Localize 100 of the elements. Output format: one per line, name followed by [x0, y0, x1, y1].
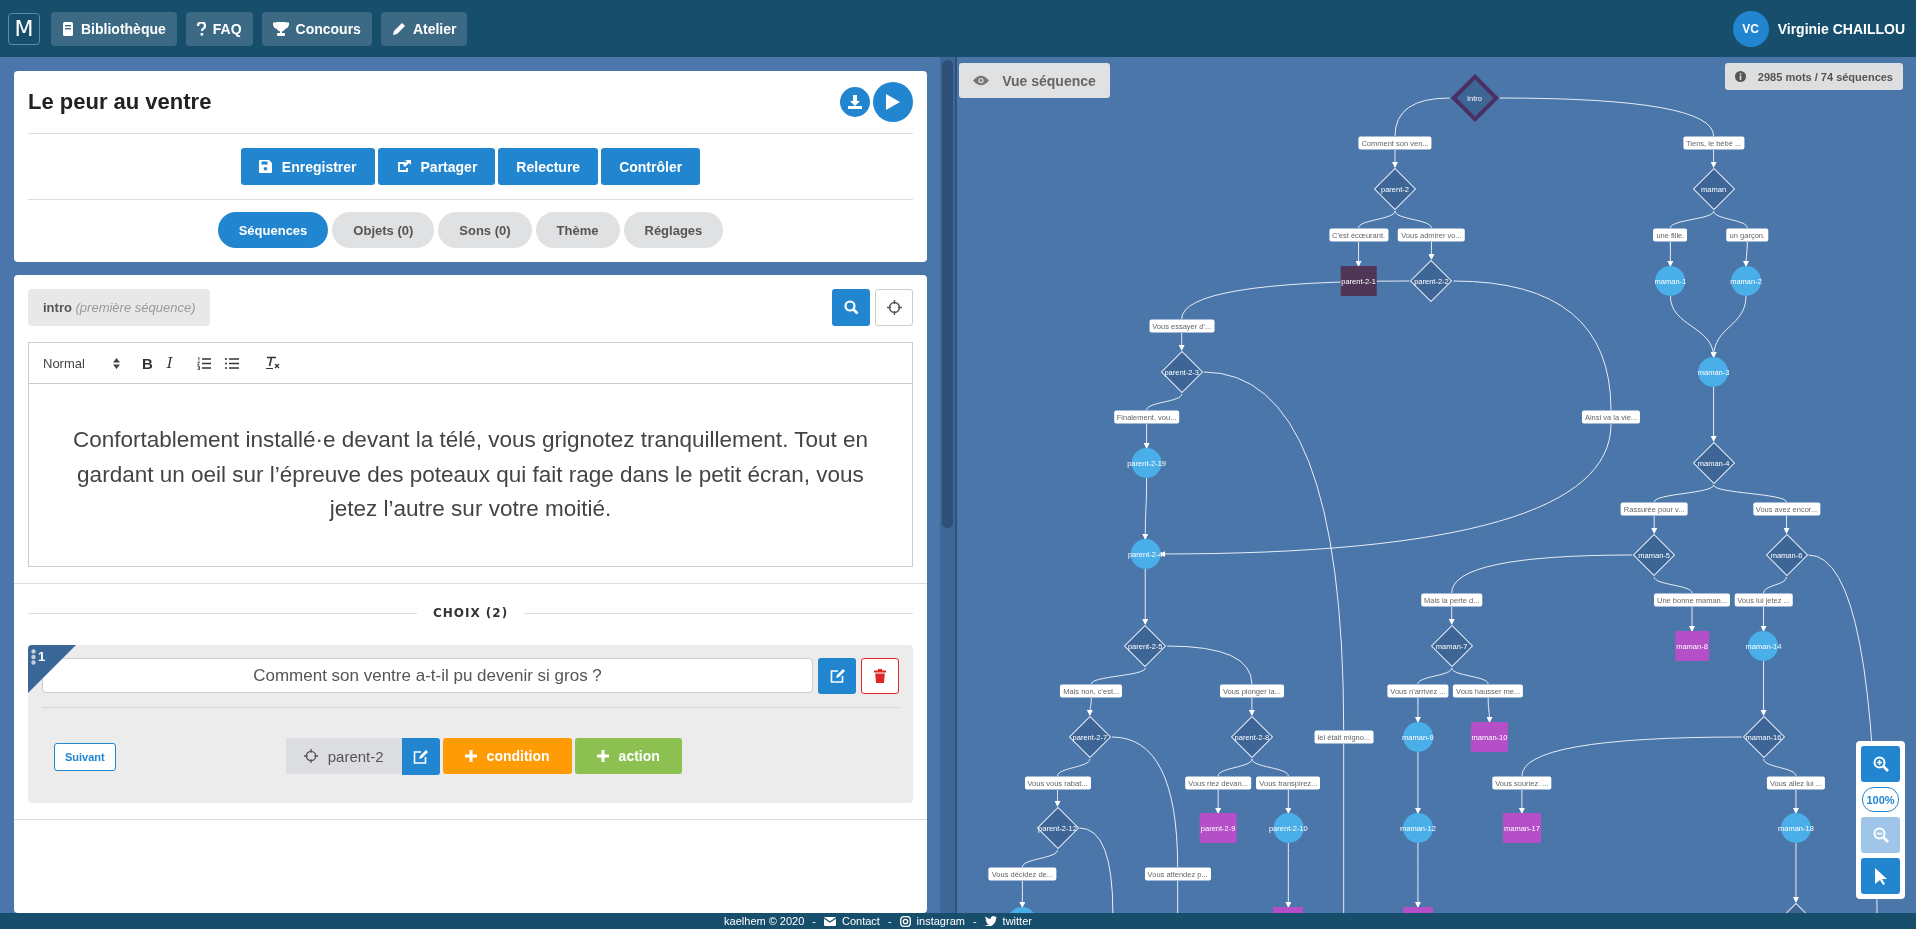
section-tab[interactable]: Thème: [535, 212, 620, 248]
connector-line: [1710, 386, 1717, 442]
connector-line: [1792, 789, 1799, 814]
connector-line: [1215, 789, 1222, 814]
footer-link[interactable]: instagram: [899, 915, 965, 927]
format-select[interactable]: Normal: [43, 355, 120, 371]
connector-line: [1143, 423, 1150, 449]
connector-line: [1760, 660, 1767, 716]
edit-icon: [413, 749, 429, 764]
copyright-text: kaelhem © 2020: [724, 915, 805, 927]
connector-line: [1760, 606, 1767, 632]
connector-line: [1669, 210, 1715, 229]
bird-icon: [984, 916, 997, 926]
connector-line: [1394, 210, 1432, 229]
connector-line: [1689, 606, 1695, 632]
numbered-list-icon: [196, 356, 211, 370]
sequence-text[interactable]: Confortablement installé·e devant la télé, vous grignotez tranquillement. Tout en gardant un oeil sur l’épreuve des poteaux qui fait rage dans le petit écran, vous jetez l’autre sur votre moitié.: [60, 422, 881, 528]
connector-line: [1355, 241, 1362, 267]
section-tab[interactable]: Sons (0): [438, 212, 532, 248]
crosshair-icon: [886, 300, 902, 315]
share-button[interactable]: Partager: [377, 148, 496, 185]
footer-link[interactable]: twitter: [984, 915, 1032, 927]
nav-button[interactable]: Concours: [261, 11, 372, 46]
connector-line: [1392, 149, 1398, 168]
stats-badge: 2985 mots / 74 séquences: [1724, 63, 1903, 90]
search-icon: [843, 300, 859, 315]
save-button[interactable]: Enregistrer: [240, 148, 375, 185]
share-icon: [395, 160, 411, 173]
locate-button[interactable]: [875, 289, 913, 326]
connector-line: [1142, 568, 1149, 625]
separator-text: -: [812, 915, 816, 927]
sequence-view-button[interactable]: Vue séquence: [959, 63, 1110, 98]
drag-handle-icon: [31, 649, 36, 665]
edit-target-button[interactable]: [401, 738, 440, 775]
proofread-button[interactable]: Relecture: [498, 148, 599, 185]
trophy-icon: [272, 21, 289, 36]
section-tab[interactable]: Réglages: [623, 212, 724, 248]
scrollbar[interactable]: [940, 57, 955, 913]
download-button[interactable]: [840, 87, 870, 117]
connector-line: [1414, 842, 1421, 908]
play-button[interactable]: [873, 82, 913, 122]
connector-line: [1178, 332, 1185, 351]
zoom-out-icon: [1872, 827, 1889, 843]
connector-line: [1285, 789, 1292, 814]
bullet-list-icon: [224, 356, 239, 370]
user-avatar[interactable]: VC: [1732, 10, 1769, 47]
connector-line: [1251, 758, 1289, 777]
eye-icon: [973, 75, 990, 86]
connector-line: [1486, 697, 1493, 723]
target-sequence[interactable]: parent-2: [285, 738, 402, 774]
app-logo[interactable]: M: [8, 12, 40, 45]
connector-line: [1057, 758, 1091, 777]
connector-line: [1394, 97, 1451, 137]
section-tab[interactable]: Séquences: [217, 212, 329, 248]
connector-line: [1054, 789, 1061, 807]
connector-line: [1711, 295, 1747, 358]
connector-line: [1451, 667, 1489, 685]
connector-line: [1763, 758, 1797, 777]
plus-icon: [464, 750, 477, 762]
delete-button[interactable]: [861, 658, 899, 694]
separator-text: -: [972, 915, 977, 927]
search-button[interactable]: [832, 289, 870, 326]
edit-icon: [829, 669, 845, 683]
next-button[interactable]: Suivant: [54, 742, 116, 771]
section-tab[interactable]: Objets (0): [332, 212, 435, 248]
up-down-caret-icon: [112, 357, 120, 369]
connector-line: [1021, 849, 1058, 868]
connector-line: [1783, 515, 1790, 534]
connector-line: [1792, 842, 1799, 903]
nav-button[interactable]: FAQ: [185, 11, 253, 46]
sequence-name: intro (première séquence): [28, 289, 211, 326]
check-button[interactable]: Contrôler: [601, 148, 701, 185]
connector-line: [1086, 697, 1093, 716]
separator-text: -: [887, 915, 892, 927]
nav-button[interactable]: Atelier: [380, 11, 468, 46]
connector-line: [1428, 241, 1435, 260]
connector-line: [1146, 393, 1183, 411]
question-icon: [196, 21, 206, 36]
connector-line: [1358, 210, 1396, 229]
zoom-in-icon: [1872, 756, 1889, 772]
zoom-reset-button[interactable]: 100%: [1862, 787, 1899, 812]
select-tool-button[interactable]: [1861, 858, 1900, 894]
edit-button[interactable]: [818, 658, 856, 694]
user-name[interactable]: Virginie CHAILLOU: [1777, 20, 1905, 37]
format-button[interactable]: I: [162, 351, 177, 375]
trash-icon: [874, 669, 886, 683]
nav-button[interactable]: Bibliothèque: [51, 11, 177, 46]
footer-link[interactable]: Contact: [824, 915, 880, 927]
connector-line: [1710, 149, 1717, 168]
format-button[interactable]: B: [137, 351, 157, 375]
pointer-icon: [1874, 867, 1887, 885]
zoom-in-button[interactable]: [1861, 746, 1900, 782]
connector-line: [1518, 789, 1525, 814]
connector-line: [1713, 210, 1748, 229]
connector-line: [1019, 880, 1026, 908]
envelope-icon: [824, 916, 836, 926]
connector-line: [1417, 667, 1453, 685]
camera-icon: [899, 915, 911, 927]
info-icon: [1734, 71, 1746, 82]
book-icon: [62, 21, 74, 36]
